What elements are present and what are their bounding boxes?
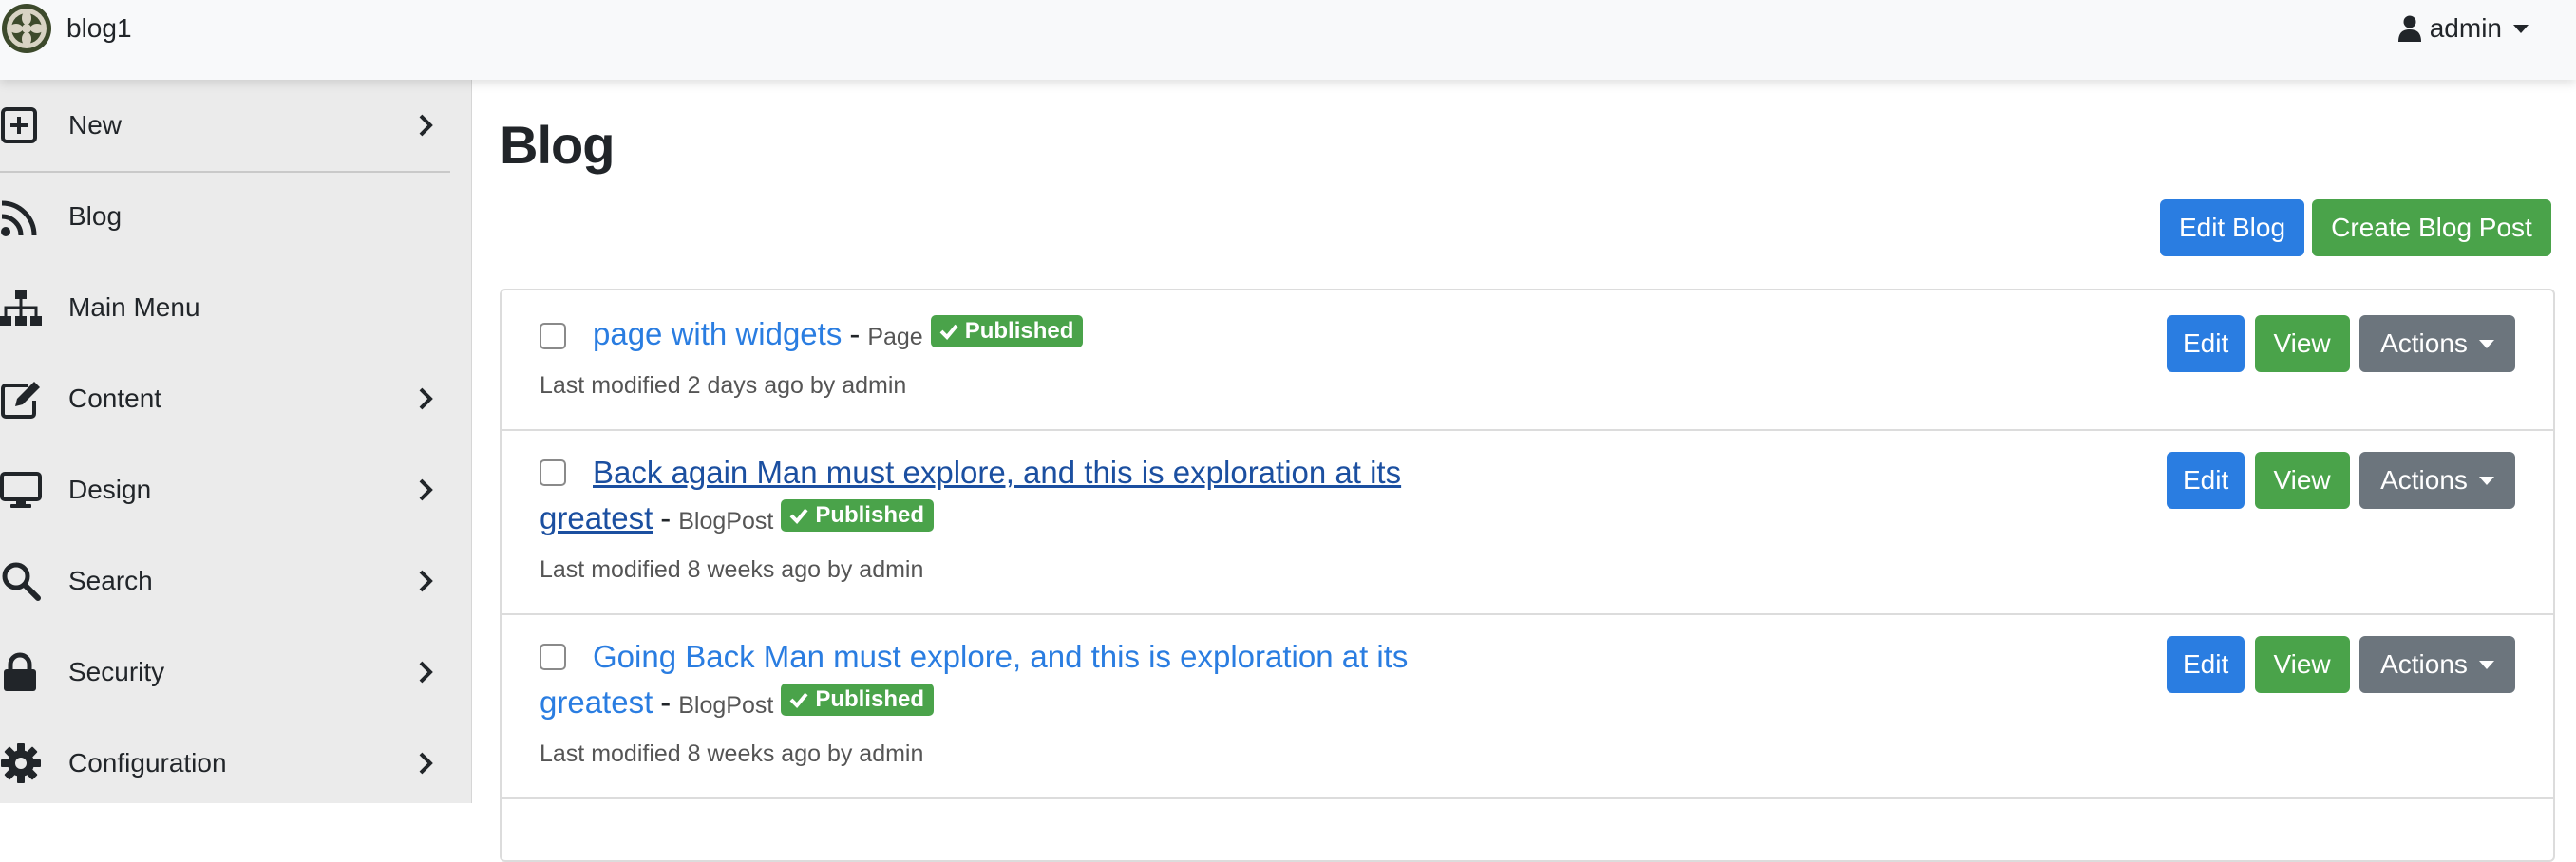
chevron-down-icon bbox=[2478, 339, 2494, 348]
sidebar-item-main-menu[interactable]: Main Menu bbox=[0, 262, 450, 353]
sidebar-item-search[interactable]: Search bbox=[0, 535, 450, 627]
sidebar-item-content[interactable]: Content bbox=[0, 353, 450, 444]
sidebar-item-label: Configuration bbox=[68, 748, 227, 778]
content-type: BlogPost bbox=[678, 692, 774, 719]
chevron-right-icon bbox=[419, 387, 433, 410]
actions-label: Actions bbox=[2380, 465, 2468, 495]
last-modified: Last modified 8 weeks ago by admin bbox=[540, 740, 924, 767]
edit-button[interactable]: Edit bbox=[2167, 452, 2245, 509]
sidebar-item-label: Design bbox=[68, 475, 152, 504]
actions-dropdown[interactable]: Actions bbox=[2359, 315, 2515, 372]
status-badge: Published bbox=[930, 315, 1084, 347]
page-title: Blog bbox=[500, 115, 615, 175]
sidebar-item-label: Main Menu bbox=[68, 292, 200, 322]
last-modified: Last modified 8 weeks ago by admin bbox=[540, 556, 924, 583]
edit-button[interactable]: Edit bbox=[2167, 315, 2245, 372]
top-navbar: blog1 admin bbox=[0, 0, 2576, 80]
chevron-down-icon bbox=[2513, 24, 2529, 33]
actions-dropdown[interactable]: Actions bbox=[2359, 636, 2515, 693]
search-icon bbox=[2, 562, 41, 601]
check-icon bbox=[789, 508, 808, 524]
content-type: Page bbox=[867, 324, 923, 350]
site-name[interactable]: blog1 bbox=[66, 13, 132, 44]
separator: - bbox=[849, 316, 861, 351]
sidebar-item-label: New bbox=[68, 110, 123, 140]
chevron-right-icon bbox=[419, 661, 433, 684]
user-menu[interactable]: admin bbox=[2397, 13, 2529, 44]
site-logo-icon[interactable] bbox=[0, 2, 53, 55]
edit-blog-button[interactable]: Edit Blog bbox=[2160, 199, 2304, 256]
chevron-down-icon bbox=[2478, 660, 2494, 669]
sidebar-item-label: Search bbox=[68, 566, 153, 595]
desktop-icon bbox=[0, 472, 42, 508]
post-title-link[interactable]: page with widgets bbox=[593, 316, 842, 351]
edit-icon bbox=[1, 382, 40, 419]
sitemap-icon bbox=[0, 290, 42, 326]
item-title: page with widgets - Page Published bbox=[540, 311, 1489, 360]
sidebar-item-blog[interactable]: Blog bbox=[0, 171, 450, 262]
row-actions: Edit View Actions bbox=[2167, 452, 2515, 509]
status-text: Published bbox=[815, 502, 924, 528]
sidebar-item-label: Security bbox=[68, 657, 165, 686]
sidebar-item-new[interactable]: New bbox=[0, 80, 450, 173]
gear-icon bbox=[1, 743, 41, 783]
item-title: Back again Man must explore, and this is… bbox=[540, 450, 1489, 544]
edit-button[interactable]: Edit bbox=[2167, 636, 2245, 693]
chevron-right-icon bbox=[419, 478, 433, 501]
plus-square-icon bbox=[1, 107, 37, 143]
sidebar-item-label: Blog bbox=[68, 201, 123, 231]
chevron-right-icon bbox=[419, 752, 433, 775]
actions-label: Actions bbox=[2380, 649, 2468, 679]
status-text: Published bbox=[964, 318, 1074, 344]
view-button[interactable]: View bbox=[2254, 452, 2350, 509]
chevron-down-icon bbox=[2478, 476, 2494, 485]
chevron-right-icon bbox=[419, 570, 433, 592]
sidebar: New Blog Main Menu Content Design Search… bbox=[0, 80, 472, 803]
sidebar-item-configuration[interactable]: Configuration bbox=[0, 718, 450, 809]
separator: - bbox=[660, 684, 672, 720]
item-title: Going Back Man must explore, and this is… bbox=[540, 634, 1489, 728]
sidebar-item-security[interactable]: Security bbox=[0, 627, 450, 718]
check-icon bbox=[789, 692, 808, 708]
row-actions: Edit View Actions bbox=[2167, 315, 2515, 372]
last-modified: Last modified 2 days ago by admin bbox=[540, 372, 907, 399]
lock-icon bbox=[4, 652, 36, 691]
actions-dropdown[interactable]: Actions bbox=[2359, 452, 2515, 509]
rss-icon bbox=[1, 200, 37, 236]
check-icon bbox=[939, 324, 958, 340]
view-button[interactable]: View bbox=[2254, 636, 2350, 693]
view-button[interactable]: View bbox=[2254, 315, 2350, 372]
actions-label: Actions bbox=[2380, 328, 2468, 358]
list-item: page with widgets - Page Published Last mod… bbox=[502, 290, 2553, 431]
create-blog-post-button[interactable]: Create Blog Post bbox=[2312, 199, 2551, 256]
status-text: Published bbox=[815, 686, 924, 712]
status-badge: Published bbox=[781, 684, 934, 716]
row-actions: Edit View Actions bbox=[2167, 636, 2515, 693]
sidebar-item-label: Content bbox=[68, 384, 162, 413]
list-item: Going Back Man must explore, and this is… bbox=[502, 613, 2553, 799]
separator: - bbox=[660, 500, 672, 535]
user-name: admin bbox=[2429, 13, 2502, 43]
content-list: page with widgets - Page Published Last mod… bbox=[500, 289, 2555, 862]
status-badge: Published bbox=[781, 499, 934, 532]
content-type: BlogPost bbox=[678, 508, 774, 534]
chevron-right-icon bbox=[419, 114, 433, 137]
sidebar-item-design[interactable]: Design bbox=[0, 444, 450, 535]
user-icon bbox=[2397, 15, 2421, 42]
list-item: Back again Man must explore, and this is… bbox=[502, 429, 2553, 615]
